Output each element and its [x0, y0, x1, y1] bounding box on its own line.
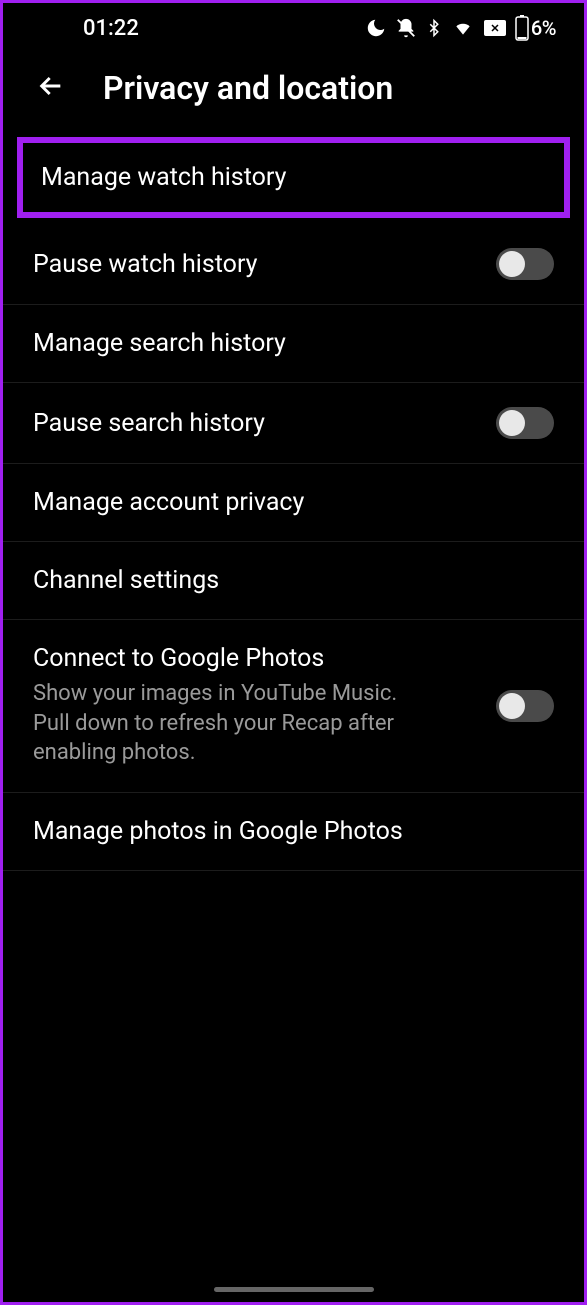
toggle-knob: [499, 251, 525, 277]
item-label: Pause search history: [33, 409, 496, 438]
toggle-connect-photos[interactable]: [496, 690, 554, 722]
card-icon: ✕: [483, 19, 507, 37]
status-time: 01:22: [83, 16, 139, 41]
toggle-knob: [499, 410, 525, 436]
page-title: Privacy and location: [103, 69, 393, 107]
battery-percent: 6%: [531, 16, 556, 40]
toggle-pause-search[interactable]: [496, 407, 554, 439]
wifi-icon: [451, 18, 475, 38]
item-label: Manage watch history: [41, 163, 546, 192]
bell-off-icon: [395, 17, 417, 39]
item-manage-photos-google[interactable]: Manage photos in Google Photos: [3, 793, 584, 871]
moon-icon: [365, 17, 387, 39]
battery-icon: 6%: [515, 15, 556, 41]
status-icons: ✕ 6%: [365, 15, 556, 41]
item-pause-search-history[interactable]: Pause search history: [3, 383, 584, 464]
app-header: Privacy and location: [3, 53, 584, 131]
item-subtitle: Show your images in YouTube Music. Pull …: [33, 679, 433, 768]
item-label: Manage account privacy: [33, 488, 554, 517]
item-manage-watch-history[interactable]: Manage watch history: [17, 137, 570, 218]
bluetooth-icon: [425, 17, 443, 39]
item-label: Manage photos in Google Photos: [33, 817, 554, 846]
item-label: Connect to Google Photos: [33, 644, 496, 673]
item-manage-search-history[interactable]: Manage search history: [3, 305, 584, 383]
home-indicator[interactable]: [214, 1287, 374, 1292]
item-manage-account-privacy[interactable]: Manage account privacy: [3, 464, 584, 542]
status-bar: 01:22 ✕ 6%: [3, 3, 584, 53]
toggle-knob: [499, 693, 525, 719]
item-channel-settings[interactable]: Channel settings: [3, 542, 584, 620]
svg-text:✕: ✕: [490, 22, 499, 35]
settings-list: Manage watch history Pause watch history…: [3, 137, 584, 871]
item-label: Pause watch history: [33, 250, 496, 279]
back-arrow-icon[interactable]: [35, 70, 67, 106]
item-label: Manage search history: [33, 329, 554, 358]
item-pause-watch-history[interactable]: Pause watch history: [3, 224, 584, 305]
toggle-pause-watch[interactable]: [496, 248, 554, 280]
item-connect-google-photos[interactable]: Connect to Google Photos Show your image…: [3, 620, 584, 793]
item-label: Channel settings: [33, 566, 554, 595]
